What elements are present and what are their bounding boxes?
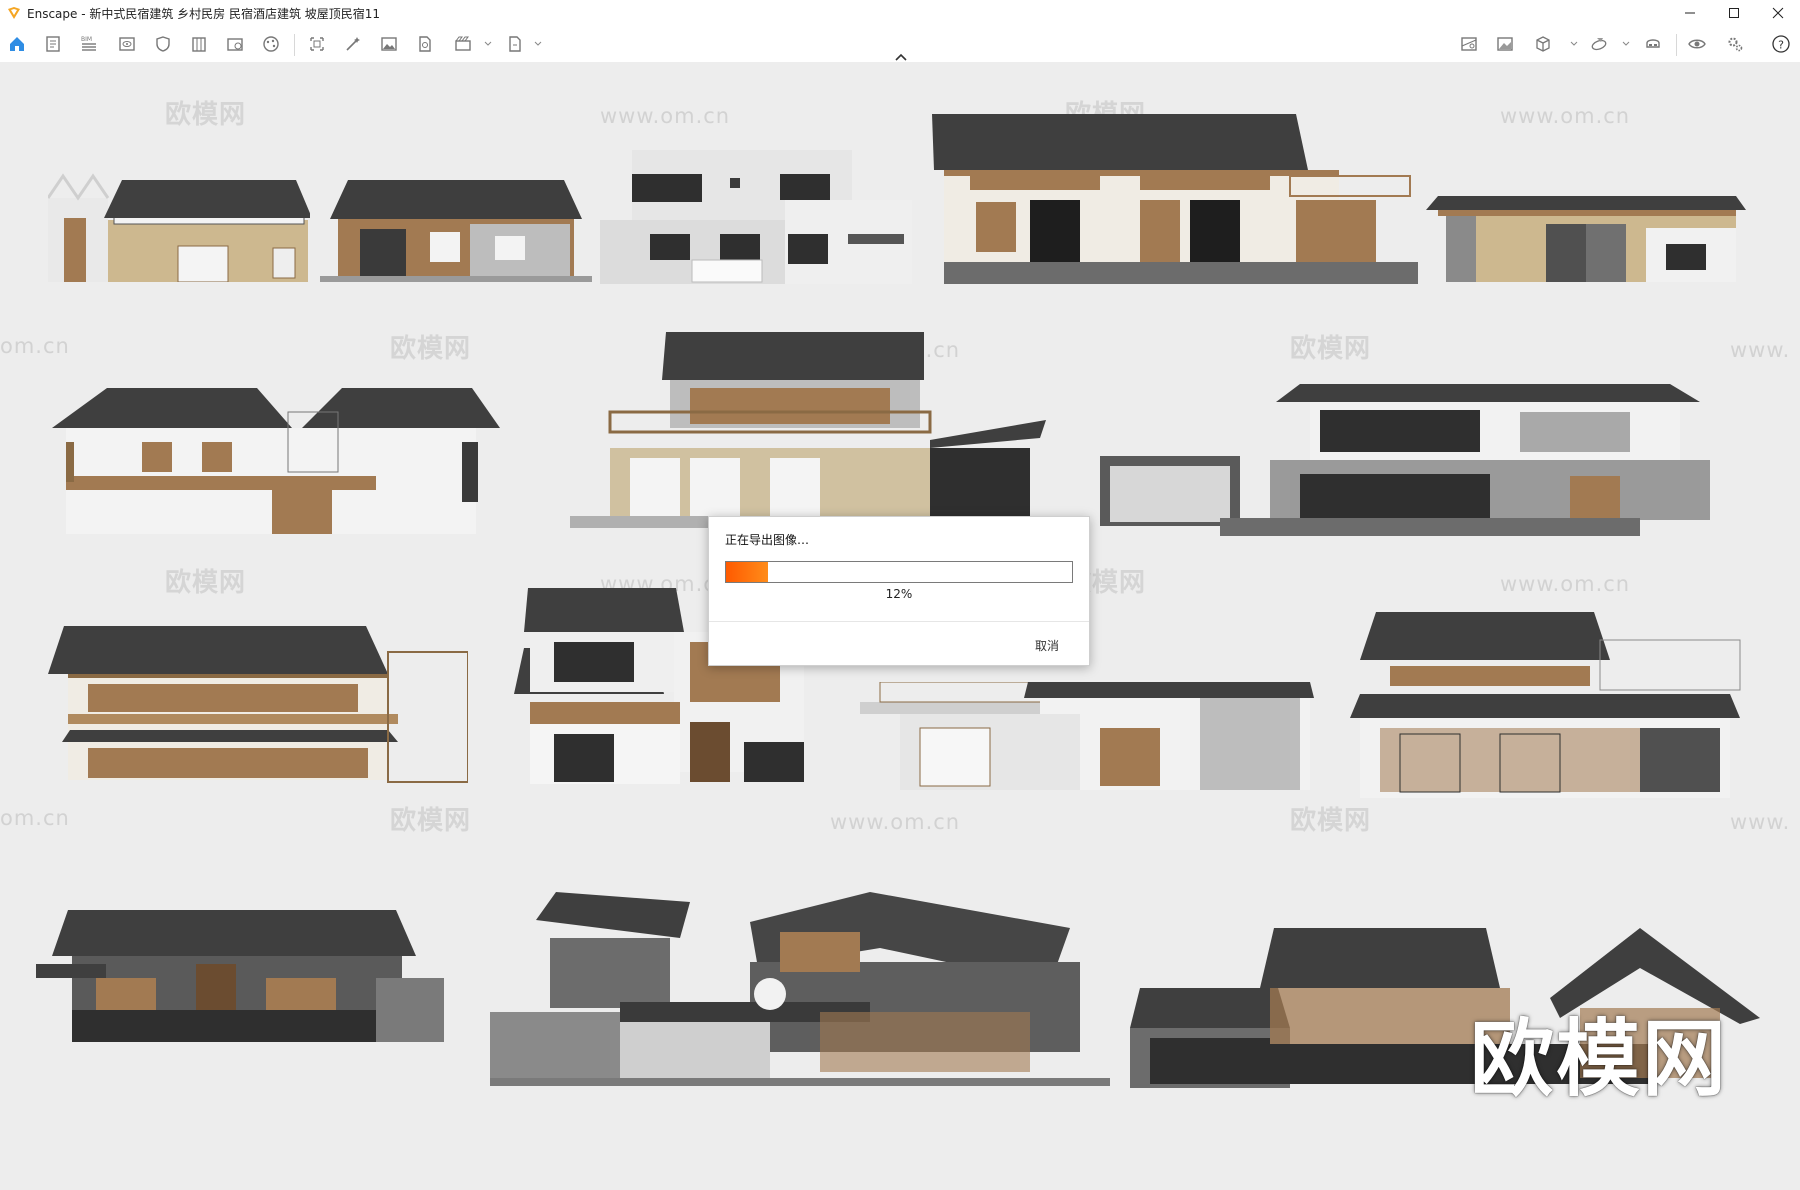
- house-model-9: [48, 626, 468, 783]
- visibility-button[interactable]: [1686, 33, 1708, 55]
- cube-icon: [1536, 36, 1550, 52]
- crop-button[interactable]: [306, 33, 328, 55]
- watermark-text: 欧模网: [390, 806, 472, 836]
- minimize-button[interactable]: [1668, 0, 1712, 26]
- document-icon: [46, 36, 60, 52]
- cancel-button[interactable]: 取消: [1035, 637, 1059, 654]
- close-icon: [1772, 7, 1784, 19]
- eye-box-icon: [119, 37, 135, 51]
- home-button[interactable]: [6, 33, 28, 55]
- map-button[interactable]: [1458, 33, 1480, 55]
- asset-library-button[interactable]: [42, 33, 64, 55]
- cube-button[interactable]: [1532, 33, 1554, 55]
- watermark-url: www.om.cn: [1500, 572, 1631, 596]
- maximize-icon: [1729, 8, 1739, 18]
- bim-icon: BIM: [81, 36, 96, 51]
- vr-headset-icon: [1646, 39, 1660, 48]
- house-model-7: [570, 332, 1046, 528]
- screenshot-button[interactable]: [224, 33, 246, 55]
- vr-button[interactable]: [1642, 33, 1664, 55]
- collapse-toolbar-chevron-up-icon[interactable]: [893, 52, 909, 62]
- crop-icon: [310, 37, 324, 51]
- watermark-text: 欧模网: [1290, 334, 1372, 364]
- orbit-dropdown-chevron-down-icon[interactable]: [1622, 40, 1630, 48]
- house-model-4: [932, 114, 1418, 284]
- house-model-6: [52, 388, 500, 534]
- home-icon: [10, 37, 24, 51]
- house-model-12: [1350, 612, 1741, 798]
- render-viewport[interactable]: 欧模网 www.om.cn 欧模网 www.om.cn om.cn 欧模网 ww…: [0, 62, 1800, 1190]
- house-model-11-roof: [1024, 682, 1314, 698]
- render-image-button[interactable]: [378, 33, 400, 55]
- map-icon: [1461, 37, 1477, 51]
- title-bar: Enscape - 新中式民宿建筑 乡村民房 民宿酒店建筑 坡屋顶民宿11: [0, 0, 1800, 26]
- watermark-url: www.om.cn: [600, 104, 731, 128]
- batch-render-icon: [419, 36, 431, 52]
- magic-wand-button[interactable]: [342, 33, 364, 55]
- settings-icon: [1728, 37, 1743, 52]
- screenshot-icon: [227, 38, 243, 51]
- magic-wand-icon: [346, 37, 360, 51]
- visibility-icon: [1688, 39, 1706, 49]
- cube-dropdown-chevron-down-icon[interactable]: [1570, 40, 1578, 48]
- brand-watermark: 欧模网: [1470, 1010, 1729, 1108]
- building-icon: [192, 37, 206, 52]
- house-model-11: [860, 682, 1310, 790]
- view-button[interactable]: [116, 33, 138, 55]
- watermark-url: om.cn: [0, 334, 70, 358]
- export-button[interactable]: [504, 33, 526, 55]
- gallery-button[interactable]: [1494, 33, 1516, 55]
- watermark-url: om.cn: [0, 806, 70, 830]
- shield-icon: [156, 36, 170, 52]
- palette-icon: [263, 36, 279, 52]
- export-dropdown-chevron-down-icon[interactable]: [534, 40, 542, 48]
- watermark-url: www.: [1730, 810, 1791, 834]
- window-title: Enscape - 新中式民宿建筑 乡村民房 民宿酒店建筑 坡屋顶民宿11: [27, 6, 381, 21]
- svg-text:?: ?: [1778, 39, 1784, 52]
- batch-render-button[interactable]: [414, 33, 436, 55]
- bim-button[interactable]: BIM: [78, 33, 100, 55]
- watermark-url: www.: [1730, 338, 1791, 362]
- export-icon: [509, 36, 521, 52]
- watermark-text: 欧模网: [165, 100, 247, 130]
- settings-button[interactable]: [1724, 33, 1746, 55]
- watermark-url: www.om.cn: [830, 810, 961, 834]
- house-model-3: [600, 150, 912, 284]
- house-model-1: [48, 173, 310, 282]
- watermark-text: 欧模网: [165, 568, 247, 598]
- dialog-divider: [709, 621, 1089, 622]
- safe-frame-button[interactable]: [152, 33, 174, 55]
- export-progress-bar: [725, 561, 1073, 583]
- house-model-5: [1426, 196, 1746, 282]
- export-progress-fill: [726, 562, 768, 582]
- house-model-8: [1100, 384, 1710, 536]
- orbit-icon: [1591, 38, 1607, 51]
- enscape-logo-icon: [8, 7, 20, 19]
- house-model-14: [490, 892, 1110, 1086]
- house-model-13: [36, 910, 444, 1042]
- video-icon: [455, 36, 471, 51]
- export-status-message: 正在导出图像…: [725, 533, 810, 547]
- help-icon: ?: [1772, 35, 1790, 53]
- watermark-url: www.om.cn: [1500, 104, 1631, 128]
- building-button[interactable]: [188, 33, 210, 55]
- orbit-button[interactable]: [1588, 33, 1610, 55]
- close-button[interactable]: [1756, 0, 1800, 26]
- video-button[interactable]: [452, 33, 474, 55]
- svg-text:BIM: BIM: [81, 36, 92, 43]
- materials-button[interactable]: [260, 33, 282, 55]
- watermark-text: 欧模网: [390, 334, 472, 364]
- export-progress-dialog: 正在导出图像… 12% 取消: [708, 516, 1090, 666]
- gallery-icon: [1497, 37, 1513, 51]
- image-icon: [381, 37, 397, 51]
- maximize-button[interactable]: [1712, 0, 1756, 26]
- video-dropdown-chevron-down-icon[interactable]: [484, 40, 492, 48]
- help-button[interactable]: ?: [1770, 33, 1792, 55]
- export-progress-percent: 12%: [885, 587, 913, 601]
- house-model-2: [320, 180, 592, 282]
- minimize-icon: [1685, 12, 1695, 14]
